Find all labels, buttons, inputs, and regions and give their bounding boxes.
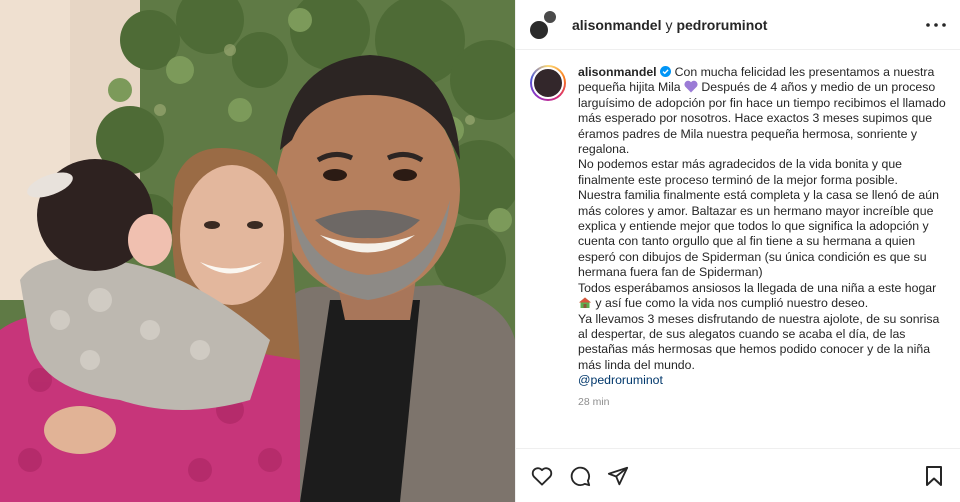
comment-button[interactable] (568, 464, 592, 488)
more-options-button[interactable] (924, 13, 948, 37)
heart-icon (531, 466, 553, 486)
username-link-2[interactable]: pedroruminot (676, 17, 767, 33)
purple-heart-icon (684, 81, 698, 93)
caption-author[interactable]: alisonmandel (578, 65, 657, 79)
username-link-1[interactable]: alisonmandel (572, 17, 661, 33)
post-header: alisonmandel y pedroruminot (516, 0, 960, 50)
caption-text: alisonmandel Con mucha felicidad les pres… (578, 65, 946, 410)
share-button[interactable] (606, 464, 630, 488)
verified-badge-icon (659, 66, 671, 77)
share-icon (607, 466, 629, 485)
more-options-icon (926, 22, 946, 27)
caption-paragraph-3: Nuestra familia finalmente está completa… (578, 188, 939, 280)
caption-paragraph-5: Ya llevamos 3 meses disfrutando de nuest… (578, 311, 940, 372)
mention-link[interactable]: @pedroruminot (578, 373, 663, 387)
collab-avatars[interactable] (528, 8, 560, 41)
caption-paragraph-4b: y así fue como la vida nos cumplió nuest… (595, 296, 869, 311)
bookmark-icon (926, 465, 942, 486)
post-timestamp[interactable]: 28 min (578, 395, 946, 410)
like-button[interactable] (530, 464, 554, 488)
username-conjunction: y (665, 16, 673, 33)
caption-paragraph-4a: Todos esperábamos ansiosos la llegada de… (578, 280, 937, 295)
caption-avatar-ring[interactable] (530, 65, 566, 101)
post-photo[interactable] (0, 0, 515, 502)
avatar-alisonmandel[interactable] (528, 18, 550, 41)
caption-avatar (532, 67, 564, 99)
caption-paragraph-2: No podemos estar más agradecidos de la v… (578, 157, 903, 187)
family-photo (0, 0, 515, 502)
house-icon (579, 297, 591, 309)
caption-area: alisonmandel Con mucha felicidad les pres… (516, 51, 960, 448)
collab-usernames: alisonmandel y pedroruminot (572, 17, 924, 33)
save-button[interactable] (922, 464, 946, 488)
post-actions-bar (516, 448, 960, 502)
caption-row: alisonmandel Con mucha felicidad les pres… (530, 65, 946, 410)
comment-icon (570, 466, 591, 486)
post-details-panel: alisonmandel y pedroruminot alisonmandel… (515, 0, 960, 502)
